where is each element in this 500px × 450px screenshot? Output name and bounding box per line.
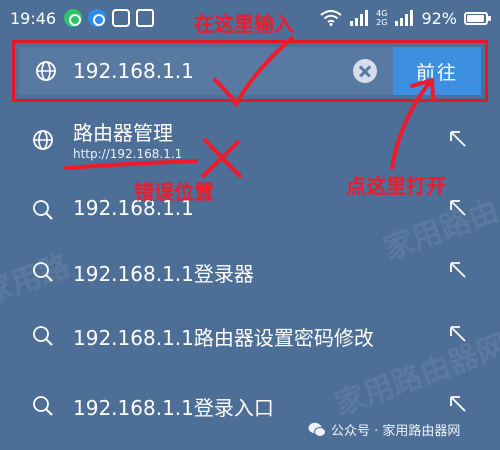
net-bottom-label: 2G <box>376 18 388 27</box>
search-icon <box>33 396 53 416</box>
search-icon <box>33 326 53 346</box>
list-item[interactable]: 192.168.1.1路由器设置密码修改 <box>0 316 500 356</box>
wechat-icon <box>308 422 326 437</box>
battery-percent: 92% <box>421 8 457 28</box>
battery-icon <box>464 11 491 25</box>
annotation-wrong-position: 错误位置 <box>134 180 214 204</box>
address-bar: 前往 <box>19 47 481 95</box>
wifi-icon <box>320 10 342 26</box>
annotation-click-here: 点这里打开 <box>346 174 446 198</box>
suggestion-title: 192.168.1.1登录入口 <box>73 396 274 420</box>
url-input[interactable] <box>73 59 353 83</box>
keyboard-icon <box>136 9 155 27</box>
address-highlight-box: 前往 <box>12 40 488 102</box>
globe-icon <box>36 61 56 81</box>
signal-icon-2 <box>395 10 414 26</box>
arrow-up-left-icon[interactable] <box>448 129 468 149</box>
suggestion-title: 路由器管理 <box>73 121 173 145</box>
arrow-up-left-icon[interactable] <box>448 394 468 414</box>
sync-app-icon <box>64 9 83 27</box>
list-item[interactable]: 192.168.1.1登录器 <box>0 252 500 292</box>
source-watermark: 公众号 · 家用路由器网 <box>308 420 460 439</box>
suggestion-title: 192.168.1.1路由器设置密码修改 <box>73 326 374 350</box>
search-icon <box>33 262 53 282</box>
search-icon <box>33 200 53 220</box>
go-button[interactable]: 前往 <box>393 47 481 95</box>
arrow-up-left-icon[interactable] <box>448 198 468 218</box>
browser-app-icon <box>88 9 107 27</box>
clear-input-icon[interactable] <box>353 59 377 83</box>
arrow-up-left-icon[interactable] <box>448 260 468 280</box>
scan-app-icon <box>112 9 131 27</box>
source-label: 公众号 · 家用路由器网 <box>331 424 461 439</box>
annotation-input-here: 在这里输入 <box>194 12 294 36</box>
net-top-label: 4G <box>376 9 388 18</box>
suggestion-url: http://192.168.1.1 <box>73 147 183 161</box>
suggestion-title: 192.168.1.1登录器 <box>73 262 254 286</box>
network-type: 4G 2G <box>376 9 387 27</box>
arrow-up-left-icon[interactable] <box>448 324 468 344</box>
status-time: 19:46 <box>10 8 57 28</box>
globe-icon <box>33 130 53 150</box>
list-item[interactable]: 路由器管理 http://192.168.1.1 <box>0 112 500 168</box>
signal-icon <box>350 10 369 26</box>
